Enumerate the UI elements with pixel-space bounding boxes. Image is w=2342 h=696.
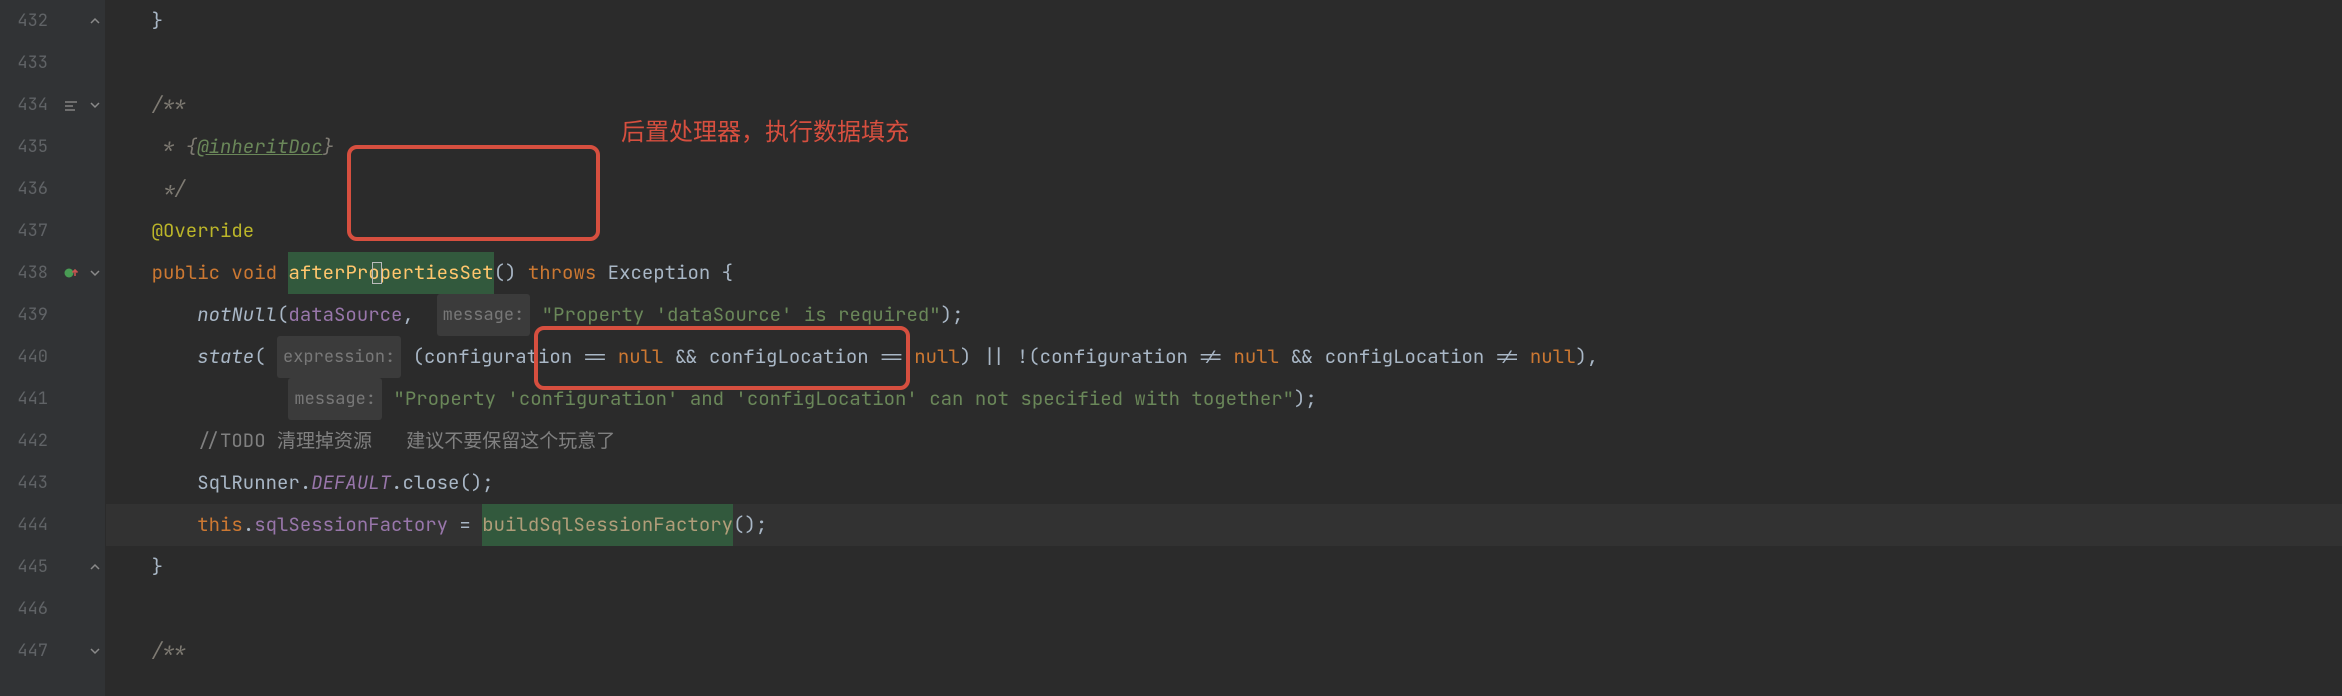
code-text: DEFAULT <box>311 462 391 504</box>
line-number: 447 <box>0 630 48 672</box>
line-number: 442 <box>0 420 48 462</box>
code-text <box>106 336 197 378</box>
gutter-marker-column <box>58 0 84 696</box>
code-text: = <box>448 504 482 546</box>
parameter-hint: message: <box>288 378 382 420</box>
code-text: null <box>618 336 664 378</box>
code-text: notNull <box>197 294 277 336</box>
code-text: ( <box>254 336 277 378</box>
code-area[interactable]: 后置处理器，执行数据填充 } /** * {@inheritDoc} */ @O… <box>106 0 2342 696</box>
code-text: SqlRunner <box>197 462 300 504</box>
code-text <box>106 630 152 672</box>
line-number: 435 <box>0 126 48 168</box>
code-text: ); <box>941 294 964 336</box>
code-text: @Override <box>152 210 255 252</box>
code-text <box>106 252 152 294</box>
line-number: 436 <box>0 168 48 210</box>
line-number: 446 <box>0 588 48 630</box>
annotation-label: 后置处理器，执行数据填充 <box>621 112 909 154</box>
line-number-gutter: 432 433 434 435 436 437 438 439 440 441 … <box>0 0 58 696</box>
code-editor[interactable]: 432 433 434 435 436 437 438 439 440 441 … <box>0 0 2342 696</box>
code-text: null <box>914 336 960 378</box>
code-text: close(); <box>402 462 493 504</box>
code-text <box>382 378 393 420</box>
code-text: /** <box>152 630 186 672</box>
code-text: ); <box>1294 378 1317 420</box>
code-text <box>106 420 197 462</box>
fold-start-icon[interactable] <box>88 644 102 658</box>
code-text <box>106 84 152 126</box>
parameter-hint: message: <box>437 294 531 336</box>
code-text: sqlSessionFactory <box>254 504 448 546</box>
line-number: 443 <box>0 462 48 504</box>
fold-gutter <box>84 0 106 696</box>
fold-start-icon[interactable] <box>88 98 102 112</box>
code-text: void <box>231 252 277 294</box>
parameter-hint: expression: <box>277 336 401 378</box>
code-text: } <box>106 546 163 588</box>
code-text: throws <box>528 252 596 294</box>
line-number: 433 <box>0 42 48 84</box>
code-text: "Property 'configuration' and 'configLoc… <box>393 378 1294 420</box>
code-text: public <box>152 252 220 294</box>
code-text: ) || !(configuration != <box>960 336 1234 378</box>
code-text <box>106 378 288 420</box>
code-text: (); <box>733 504 767 546</box>
code-text: , <box>402 294 436 336</box>
text-caret <box>372 262 382 284</box>
code-text <box>106 210 152 252</box>
vcs-change-marker-icon[interactable] <box>58 252 84 294</box>
code-text: null <box>1233 336 1279 378</box>
code-text: * { <box>106 126 197 168</box>
line-number: 439 <box>0 294 48 336</box>
code-text: */ <box>106 168 186 210</box>
code-text: (configuration == <box>401 336 618 378</box>
code-text: ( <box>277 294 288 336</box>
code-text <box>530 294 541 336</box>
code-text: . <box>391 462 402 504</box>
code-text: . <box>243 504 254 546</box>
code-text: state <box>197 336 254 378</box>
code-text: //TODO 清理掉资源 建议不要保留这个玩意了 <box>197 420 615 462</box>
code-text: } <box>323 126 334 168</box>
line-number: 434 <box>0 84 48 126</box>
code-text <box>106 462 197 504</box>
fold-end-icon[interactable] <box>88 560 102 574</box>
code-text: buildSqlSessionFactory <box>482 504 733 546</box>
line-number: 432 <box>0 0 48 42</box>
code-text: @inheritDoc <box>197 126 322 168</box>
code-text <box>106 294 197 336</box>
code-text: dataSource <box>288 294 402 336</box>
code-text: . <box>300 462 311 504</box>
code-text: afterPropertiesSet <box>288 252 493 294</box>
line-number: 440 <box>0 336 48 378</box>
code-text: && configLocation != <box>1279 336 1530 378</box>
code-text: this <box>197 504 243 546</box>
code-text: /** <box>152 84 186 126</box>
line-number: 441 <box>0 378 48 420</box>
code-text: ), <box>1576 336 1599 378</box>
code-text: () <box>494 252 517 294</box>
code-text: } <box>106 0 163 42</box>
fold-start-icon[interactable] <box>88 266 102 280</box>
breadcrumb-icon[interactable] <box>58 84 84 126</box>
fold-end-icon[interactable] <box>88 14 102 28</box>
code-text <box>106 504 197 546</box>
line-number: 437 <box>0 210 48 252</box>
code-text: && configLocation == <box>663 336 914 378</box>
code-text: null <box>1530 336 1576 378</box>
line-number: 445 <box>0 546 48 588</box>
code-text: "Property 'dataSource' is required" <box>542 294 941 336</box>
line-number: 444 <box>0 504 48 546</box>
line-number: 438 <box>0 252 48 294</box>
code-text: Exception { <box>608 252 733 294</box>
